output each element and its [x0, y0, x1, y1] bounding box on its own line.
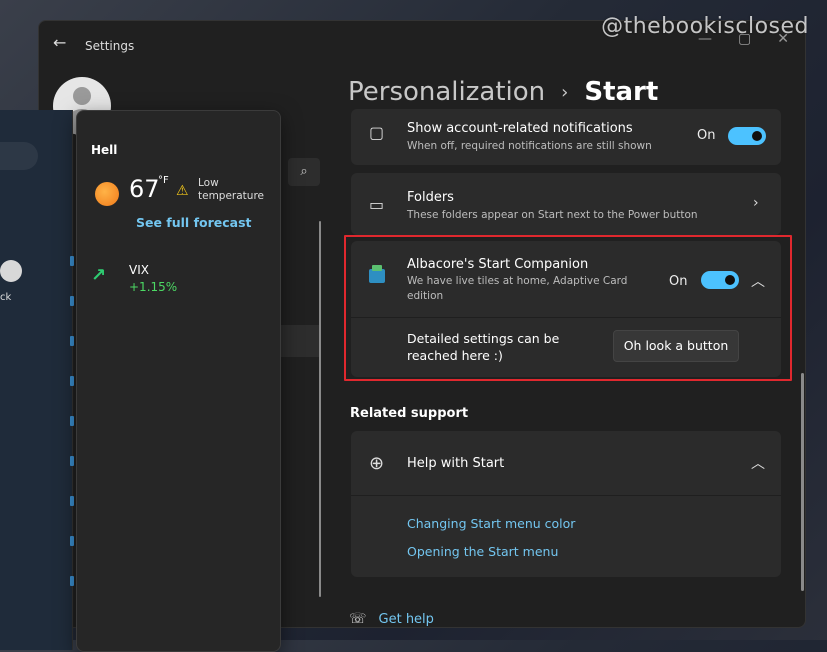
page-title: Start: [584, 77, 659, 107]
setting-title: Folders: [407, 190, 454, 205]
tile-edge: [70, 416, 74, 426]
nav-selected-item[interactable]: [279, 325, 321, 357]
start-search-box[interactable]: [0, 142, 38, 170]
help-chat-icon: ☏: [349, 611, 367, 627]
divider: [351, 495, 781, 496]
get-help-link[interactable]: Get help: [379, 612, 434, 627]
chevron-up-icon[interactable]: ︿: [751, 453, 765, 473]
trend-up-icon: ↗: [91, 265, 107, 286]
toggle-state-label: On: [697, 128, 716, 143]
start-menu-panel: ck: [0, 110, 74, 650]
window-title: Settings: [85, 39, 135, 53]
chevron-right-icon: ›: [753, 195, 759, 211]
highlight-box: [344, 235, 792, 381]
tile-edge: [70, 296, 74, 306]
tile-edge: [70, 536, 74, 546]
content-scrollbar[interactable]: [801, 373, 804, 591]
link-opening-start-menu[interactable]: Opening the Start menu: [407, 544, 558, 559]
notification-icon: ▢: [369, 123, 385, 142]
avatar-head: [73, 87, 91, 105]
breadcrumb-parent[interactable]: Personalization: [348, 77, 545, 107]
setting-folders[interactable]: ▭ Folders These folders appear on Start …: [351, 173, 781, 235]
tile-edge: [70, 256, 74, 266]
tile-edge: [70, 496, 74, 506]
related-support-heading: Related support: [350, 406, 469, 421]
get-help[interactable]: ☏ Get help: [349, 611, 434, 627]
temperature: 67: [129, 175, 160, 203]
link-start-menu-color[interactable]: Changing Start menu color: [407, 516, 575, 531]
globe-icon: ⊕: [369, 453, 385, 474]
app-icon[interactable]: [0, 260, 22, 282]
warning-icon: ⚠: [176, 183, 189, 199]
see-forecast-link[interactable]: See full forecast: [136, 215, 252, 230]
search-icon[interactable]: ⌕: [288, 158, 320, 186]
tile-edge: [70, 576, 74, 586]
setting-title: Show account-related notifications: [407, 121, 633, 136]
stock-name[interactable]: VIX: [129, 263, 149, 277]
breadcrumb: Personalization › Start: [348, 77, 658, 107]
back-arrow-icon[interactable]: ←: [53, 35, 69, 51]
toggle-knob: [752, 131, 762, 141]
setting-subtitle: When off, required notifications are sti…: [407, 140, 652, 152]
folder-icon: ▭: [369, 195, 385, 214]
setting-account-notifications: ▢ Show account-related notifications Whe…: [351, 109, 781, 165]
tile-edge: [70, 376, 74, 386]
temperature-unit: °F: [158, 175, 169, 186]
weather-location: Hell: [91, 143, 118, 157]
setting-subtitle: These folders appear on Start next to th…: [407, 209, 698, 221]
help-with-start-card: ⊕ Help with Start ︿ Changing Start menu …: [351, 431, 781, 577]
tile-edge: [70, 336, 74, 346]
account-notifications-toggle[interactable]: [728, 127, 766, 145]
widgets-panel: Hell 67 °F ⚠ Low temperature See full fo…: [76, 110, 281, 652]
weather-warning: Low temperature: [198, 177, 264, 202]
stock-change: +1.15%: [129, 280, 178, 294]
watermark: @thebookisclosed: [601, 14, 809, 39]
sun-icon: [95, 182, 119, 206]
help-title[interactable]: Help with Start: [407, 456, 504, 471]
breadcrumb-separator: ›: [561, 81, 569, 103]
app-label: ck: [0, 292, 12, 303]
nav-scrollbar[interactable]: [319, 221, 321, 597]
tile-edge: [70, 456, 74, 466]
